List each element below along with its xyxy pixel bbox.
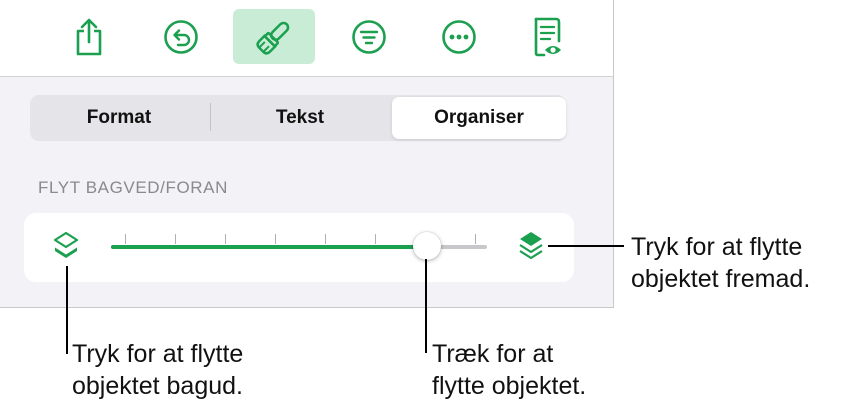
slider-tick (475, 234, 476, 244)
tab-divider (210, 103, 211, 131)
slider-thumb[interactable] (412, 232, 441, 260)
toolbar (0, 0, 613, 77)
format-button[interactable] (233, 9, 315, 64)
section-title: FLYT BAGVED/FORAN (38, 178, 228, 197)
filter-icon (352, 19, 386, 54)
share-button[interactable] (48, 9, 130, 64)
more-icon (442, 19, 476, 54)
callout-back-line1: Tryk for at flytte (72, 340, 244, 368)
leader-line-thumb (425, 259, 427, 353)
slider-tick (225, 234, 226, 244)
leader-line-back (66, 266, 68, 354)
share-icon (76, 18, 102, 55)
leader-line-front (548, 245, 624, 247)
more-button[interactable] (418, 9, 500, 64)
callout-back-line2: objektet bagud. (72, 372, 243, 400)
slider-tick (275, 234, 276, 244)
callout-front-line2: objektet fremad. (631, 265, 811, 293)
callout-drag-line2: flytte objektet. (432, 372, 587, 400)
reading-view-icon (534, 17, 561, 56)
slider-tick (175, 234, 176, 244)
bring-forward-icon[interactable] (515, 229, 547, 265)
send-backward-icon[interactable] (50, 229, 82, 265)
tab-tekst[interactable]: Tekst (213, 97, 387, 139)
callout-back: Tryk for at flytte objektet bagud. (72, 338, 243, 402)
slider-tick (125, 234, 126, 244)
slider-fill (111, 245, 427, 249)
slider-tick (375, 234, 376, 244)
paintbrush-icon (256, 21, 290, 55)
callout-front: Tryk for at flytte objektet fremad. (631, 231, 810, 295)
undo-icon (164, 19, 198, 54)
format-panel: Format Tekst Organiser FLYT BAGVED/FORAN (0, 0, 614, 308)
reading-view-button[interactable] (507, 9, 589, 64)
undo-button[interactable] (140, 9, 222, 64)
callout-front-line1: Tryk for at flytte (631, 233, 803, 261)
callout-drag: Træk for at flytte objektet. (432, 338, 586, 402)
filter-button[interactable] (328, 9, 410, 64)
tab-format[interactable]: Format (32, 97, 206, 139)
callout-drag-line1: Træk for at (432, 340, 554, 368)
tab-control: Format Tekst Organiser (30, 95, 566, 141)
tab-organiser[interactable]: Organiser (392, 97, 566, 139)
slider-tick (325, 234, 326, 244)
